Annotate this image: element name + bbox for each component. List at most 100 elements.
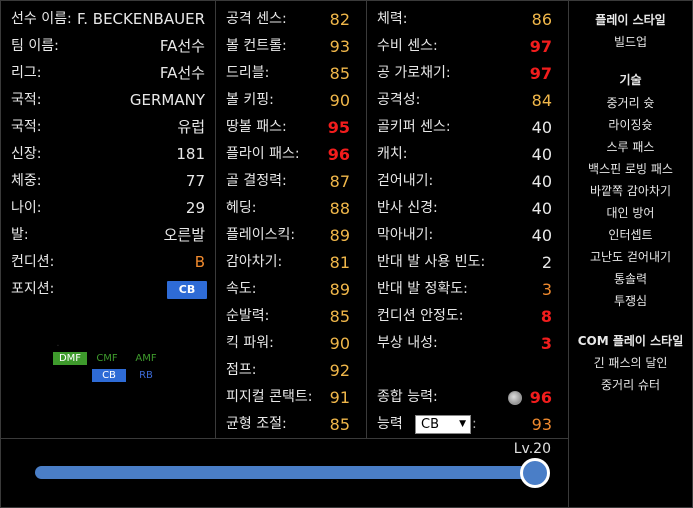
stat-value: 92 bbox=[329, 361, 350, 380]
stat-value: 40 bbox=[531, 199, 552, 218]
stat-row: 막아내기: 40 bbox=[367, 222, 568, 249]
stat-row: 공격 센스: 82 bbox=[216, 6, 366, 33]
profile-label: 발: bbox=[11, 227, 29, 243]
com-style-item: 긴 패스의 달인 bbox=[593, 356, 668, 370]
overall-value: 96 bbox=[529, 388, 552, 407]
stat-row: 플레이스킥: 89 bbox=[216, 222, 366, 249]
stat-row: 점프: 92 bbox=[216, 357, 366, 384]
profile-value: GERMANY bbox=[129, 91, 205, 109]
profile-label: 신장: bbox=[11, 146, 42, 162]
stat-value: 93 bbox=[329, 37, 350, 56]
stat-row: 감아차기: 81 bbox=[216, 249, 366, 276]
stat-label: 킥 파워: bbox=[226, 335, 274, 351]
level-slider-handle[interactable] bbox=[520, 458, 550, 488]
level-slider-track[interactable] bbox=[35, 466, 539, 479]
profile-row: 국적: GERMANY bbox=[1, 87, 215, 114]
stat-label: 순발력: bbox=[226, 308, 270, 324]
stat-row: 캐치: 40 bbox=[367, 141, 568, 168]
skill-item: 통솔력 bbox=[613, 272, 648, 286]
stat-value: 87 bbox=[329, 172, 350, 191]
stat-label: 드리블: bbox=[226, 65, 270, 81]
skill-item: 스루 패스 bbox=[606, 140, 655, 154]
stat-row: 골 결정력: 87 bbox=[216, 168, 366, 195]
profile-label: 국적: bbox=[11, 92, 42, 108]
stat-value: 3 bbox=[541, 280, 552, 299]
play-style-title: 플레이 스타일 bbox=[595, 13, 666, 27]
position-amf: AMF bbox=[135, 353, 157, 364]
com-style-title: COM 플레이 스타일 bbox=[577, 334, 684, 348]
stat-value: 95 bbox=[327, 118, 350, 137]
skill-item: 중거리 슛 bbox=[606, 96, 655, 110]
skills-title: 기술 bbox=[619, 73, 642, 87]
stat-row: 걷어내기: 40 bbox=[367, 168, 568, 195]
position-cb: CB bbox=[92, 369, 126, 382]
stat-value: 85 bbox=[329, 415, 350, 434]
stat-value: 81 bbox=[329, 253, 350, 272]
position-cmf: CMF bbox=[96, 353, 118, 364]
overall-row: 종합 능력: 96 bbox=[367, 384, 568, 411]
stat-value: 84 bbox=[531, 91, 552, 110]
style-sidebar: 플레이 스타일 빌드업 기술 중거리 슛 라이징슛 스루 패스 백스핀 로빙 패스 바깥… bbox=[568, 0, 693, 508]
stat-label: 피지컬 콘택트: bbox=[226, 389, 313, 405]
stat-label: 캐치: bbox=[377, 146, 408, 162]
stat-row: 골키퍼 센스: 40 bbox=[367, 114, 568, 141]
skill-item: 백스핀 로빙 패스 bbox=[588, 162, 673, 176]
stat-label: 땅볼 패스: bbox=[226, 119, 287, 135]
position-map: . DMF CMF AMF CB RB bbox=[1, 331, 217, 391]
overall-label: 종합 능력: bbox=[377, 389, 438, 405]
stat-label: 플레이스킥: bbox=[226, 227, 296, 243]
stat-label: 반사 신경: bbox=[377, 200, 438, 216]
stat-row: 수비 센스: 97 bbox=[367, 33, 568, 60]
stat-row: 공격성: 84 bbox=[367, 87, 568, 114]
stat-label: 볼 키핑: bbox=[226, 92, 274, 108]
stat-label: 컨디션 안정도: bbox=[377, 308, 464, 324]
stat-value: 3 bbox=[540, 334, 552, 353]
stat-row: 속도: 89 bbox=[216, 276, 366, 303]
stat-label: 균형 조절: bbox=[226, 416, 287, 432]
stat-value: 40 bbox=[531, 172, 552, 191]
stat-label: 걷어내기: bbox=[377, 173, 434, 189]
profile-panel: 선수 이름: F. BECKENBAUER 팀 이름: FA선수 리그: FA선수 국적: G… bbox=[0, 0, 216, 439]
profile-value: F. BECKENBAUER bbox=[77, 10, 205, 28]
profile-position-row: 포지션: CB bbox=[1, 276, 215, 303]
profile-value: 오른발 bbox=[163, 226, 205, 244]
stat-row: 컨디션 안정도: 8 bbox=[367, 303, 568, 330]
stat-row: 드리블: 85 bbox=[216, 60, 366, 87]
stat-value: 97 bbox=[529, 64, 552, 83]
profile-label: 리그: bbox=[11, 65, 42, 81]
stat-row: 순발력: 85 bbox=[216, 303, 366, 330]
play-style-value: 빌드업 bbox=[613, 35, 648, 49]
stat-label: 막아내기: bbox=[377, 227, 434, 243]
stat-value: 8 bbox=[540, 307, 552, 326]
stat-label: 부상 내성: bbox=[377, 335, 438, 351]
skill-item: 고난도 걷어내기 bbox=[589, 250, 672, 264]
stat-label: 반대 발 사용 빈도: bbox=[377, 254, 486, 270]
stat-label: 헤딩: bbox=[226, 200, 257, 216]
stats-panel-left: 공격 센스: 82 볼 컨트롤: 93 드리블: 85 볼 키핑: 90 땅볼 패스: 95 플라이… bbox=[215, 0, 367, 439]
stat-row: 킥 파워: 90 bbox=[216, 330, 366, 357]
profile-row: 신장: 181 bbox=[1, 141, 215, 168]
profile-row: 체중: 77 bbox=[1, 168, 215, 195]
profile-value: 29 bbox=[185, 199, 205, 217]
profile-row: 발: 오른발 bbox=[1, 222, 215, 249]
stat-label: 공격 센스: bbox=[226, 11, 287, 27]
com-style-item: 중거리 슈터 bbox=[600, 378, 660, 392]
stat-label: 감아차기: bbox=[226, 254, 283, 270]
stat-row: 플라이 패스: 96 bbox=[216, 141, 366, 168]
profile-value: FA선수 bbox=[159, 37, 205, 55]
level-label: Lv.20 bbox=[513, 441, 551, 457]
stat-label: 골키퍼 센스: bbox=[377, 119, 451, 135]
stat-value: 40 bbox=[531, 145, 552, 164]
profile-label: 체중: bbox=[11, 173, 42, 189]
stat-row: 헤딩: 88 bbox=[216, 195, 366, 222]
profile-value: 유럽 bbox=[177, 118, 205, 136]
profile-label: 팀 이름: bbox=[11, 38, 59, 54]
stat-label: 체력: bbox=[377, 11, 408, 27]
profile-row: 나이: 29 bbox=[1, 195, 215, 222]
position-select[interactable]: CB ▼ bbox=[415, 415, 471, 434]
profile-row: 국적: 유럽 bbox=[1, 114, 215, 141]
stat-row: 땅볼 패스: 95 bbox=[216, 114, 366, 141]
ability-label: 능력 bbox=[377, 416, 403, 432]
stat-value: 91 bbox=[329, 388, 350, 407]
stat-value: 96 bbox=[327, 145, 350, 164]
